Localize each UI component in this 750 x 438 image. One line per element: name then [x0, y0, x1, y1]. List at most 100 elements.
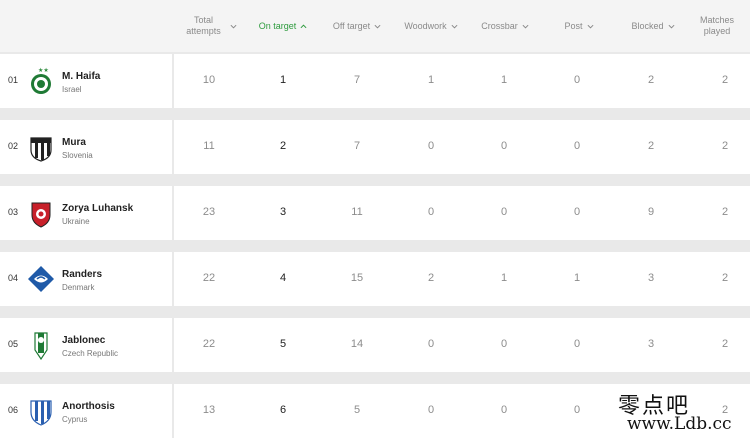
chevron-down-icon	[374, 23, 381, 30]
woodwork-value: 0	[427, 404, 435, 416]
column-header-post[interactable]: Post	[542, 0, 616, 52]
crossbar-value: 0	[500, 404, 508, 416]
total-attempts-value: 23	[202, 206, 216, 218]
column-header-label: Post	[564, 20, 583, 31]
total-attempts-value: 22	[202, 272, 216, 284]
team-country: Denmark	[62, 283, 95, 292]
chevron-down-icon	[230, 23, 237, 30]
column-header-blocked[interactable]: Blocked	[616, 0, 690, 52]
randers-crest-icon	[28, 266, 54, 292]
column-header-label: Total attempts	[186, 15, 221, 36]
anorthosis-crest-icon	[30, 400, 52, 426]
table-row[interactable]: 01 ★★ M. Haifa Israel 10 1 7 1 1 0 2 2	[0, 54, 750, 108]
column-header-label: Blocked	[631, 20, 664, 31]
team-country: Ukraine	[62, 217, 90, 226]
off-target-value: 14	[350, 338, 364, 350]
svg-text:★★: ★★	[38, 67, 49, 74]
team-country: Slovenia	[62, 151, 93, 160]
matches-played-value: 2	[721, 140, 729, 152]
post-value: 0	[573, 74, 581, 86]
crossbar-value: 1	[500, 74, 508, 86]
team-cell[interactable]: 03 Zorya Luhansk Ukraine	[0, 186, 172, 240]
team-name: Randers	[62, 269, 103, 280]
team-country: Israel	[62, 85, 82, 94]
total-attempts-value: 10	[202, 74, 216, 86]
team-cell[interactable]: 02 Mura Slovenia	[0, 120, 172, 174]
matches-played-value: 2	[721, 206, 729, 218]
chevron-down-icon	[587, 23, 594, 30]
table-row[interactable]: 04 Randers Denmark 22 4 15 2 1 1 3 2	[0, 252, 750, 306]
crossbar-value: 1	[500, 272, 508, 284]
blocked-value: 2	[647, 74, 655, 86]
woodwork-value: 0	[427, 338, 435, 350]
total-attempts-value: 11	[203, 140, 215, 152]
woodwork-value: 1	[427, 74, 435, 86]
rank: 01	[8, 75, 19, 85]
matches-played-value: 2	[721, 338, 729, 350]
blocked-value: 3	[647, 272, 655, 284]
column-header-label: Matches played	[699, 15, 734, 36]
column-header-matches-played[interactable]: Matches played	[690, 0, 744, 52]
column-header-off-target[interactable]: Off target	[320, 0, 394, 52]
table-row[interactable]: 05 Jablonec Czech Republic 22 5 14 0 0 0…	[0, 318, 750, 372]
team-country: Cyprus	[62, 415, 88, 424]
zorya-crest-icon	[31, 202, 51, 228]
total-attempts-value: 22	[202, 338, 216, 350]
column-header-label: Crossbar	[481, 20, 518, 31]
post-value: 0	[573, 338, 581, 350]
column-header-woodwork[interactable]: Woodwork	[394, 0, 468, 52]
on-target-value: 4	[279, 272, 287, 284]
jablonec-crest-icon	[34, 332, 48, 360]
team-country: Czech Republic	[62, 349, 119, 358]
team-cell[interactable]: 04 Randers Denmark	[0, 252, 172, 306]
rank: 04	[8, 273, 19, 283]
on-target-value: 5	[279, 338, 287, 350]
column-header-label: Off target	[332, 20, 371, 31]
rank: 06	[8, 405, 19, 415]
team-cell[interactable]: 01 ★★ M. Haifa Israel	[0, 54, 172, 108]
rank: 05	[8, 339, 19, 349]
column-header-on-target[interactable]: On target	[246, 0, 320, 52]
total-attempts-value: 13	[202, 404, 216, 416]
table-header: Total attempts On target Off target Wood…	[0, 0, 750, 52]
crossbar-value: 0	[500, 140, 508, 152]
off-target-value: 5	[353, 404, 361, 416]
stats-cell-group: 23 3 11 0 0 0 9 2	[174, 186, 750, 240]
blocked-value: 9	[647, 206, 655, 218]
post-value: 0	[573, 140, 581, 152]
blocked-value: 3	[647, 338, 655, 350]
off-target-value: 15	[350, 272, 364, 284]
team-cell[interactable]: 05 Jablonec Czech Republic	[0, 318, 172, 372]
stats-cell-group: 11 2 7 0 0 0 2 2	[174, 120, 750, 174]
post-value: 0	[573, 206, 581, 218]
team-name: Jablonec	[62, 335, 106, 346]
chevron-down-icon	[522, 23, 529, 30]
team-name: Anorthosis	[62, 401, 115, 412]
column-header-label: Woodwork	[404, 20, 447, 31]
woodwork-value: 0	[427, 140, 435, 152]
column-header-crossbar[interactable]: Crossbar	[468, 0, 542, 52]
table-row[interactable]: 03 Zorya Luhansk Ukraine 23 3 11 0 0 0 9…	[0, 186, 750, 240]
team-cell[interactable]: 06 Anorthosis Cyprus	[0, 384, 172, 438]
off-target-value: 7	[353, 140, 361, 152]
on-target-value: 6	[279, 404, 287, 416]
post-value: 0	[573, 404, 581, 416]
table-row[interactable]: 02 Mura Slovenia 11 2 7 0 0 0 2 2	[0, 120, 750, 174]
rank: 02	[8, 141, 19, 151]
team-name: Mura	[62, 137, 86, 148]
woodwork-value: 0	[427, 206, 435, 218]
column-header-label: On target	[258, 20, 297, 31]
off-target-value: 11	[351, 206, 363, 218]
off-target-value: 7	[353, 74, 361, 86]
crossbar-value: 0	[500, 206, 508, 218]
column-header-total-attempts[interactable]: Total attempts	[174, 0, 244, 52]
team-name: Zorya Luhansk	[62, 203, 134, 214]
chevron-down-icon	[451, 23, 458, 30]
on-target-value: 2	[279, 140, 287, 152]
stats-cell-group: 10 1 7 1 1 0 2 2	[174, 54, 750, 108]
post-value: 1	[573, 272, 581, 284]
stats-cell-group: 22 4 15 2 1 1 3 2	[174, 252, 750, 306]
rank: 03	[8, 207, 19, 217]
woodwork-value: 2	[427, 272, 435, 284]
blocked-value: 2	[647, 140, 655, 152]
